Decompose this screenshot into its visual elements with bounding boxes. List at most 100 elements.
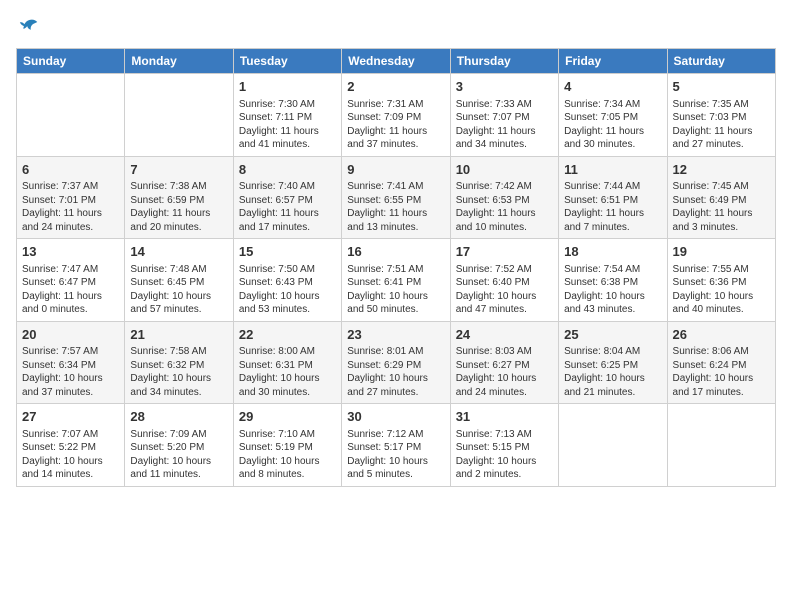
day-number: 24 [456,326,553,344]
day-number: 14 [130,243,227,261]
day-info: Sunrise: 7:41 AM Sunset: 6:55 PM Dayligh… [347,180,444,234]
day-number: 5 [673,78,770,96]
day-info: Sunrise: 7:58 AM Sunset: 6:32 PM Dayligh… [130,345,227,399]
calendar-cell: 20Sunrise: 7:57 AM Sunset: 6:34 PM Dayli… [17,321,125,404]
calendar-cell: 24Sunrise: 8:03 AM Sunset: 6:27 PM Dayli… [450,321,558,404]
calendar-cell: 29 Sunrise: 7:10 AM Sunset: 5:19 PM Dayli… [233,404,341,487]
day-number: 30 [347,408,444,426]
day-info: Sunrise: 7:10 AM Sunset: 5:19 PM Dayligh… [239,428,336,482]
column-header-tuesday: Tuesday [233,49,341,74]
day-number: 15 [239,243,336,261]
day-info: Sunrise: 7:34 AM Sunset: 7:05 PM Dayligh… [564,98,661,152]
calendar-body: 1 Sunrise: 7:30 AM Sunset: 7:11 PM Daylig… [17,74,776,487]
calendar-cell: 26Sunrise: 8:06 AM Sunset: 6:24 PM Dayli… [667,321,775,404]
calendar-cell [559,404,667,487]
day-number: 10 [456,161,553,179]
logo-bird-icon [18,16,40,38]
calendar-cell: 22Sunrise: 8:00 AM Sunset: 6:31 PM Dayli… [233,321,341,404]
day-info: Sunrise: 7:42 AM Sunset: 6:53 PM Dayligh… [456,180,553,234]
day-info: Sunrise: 8:04 AM Sunset: 6:25 PM Dayligh… [564,345,661,399]
day-number: 22 [239,326,336,344]
day-info: Sunrise: 8:06 AM Sunset: 6:24 PM Dayligh… [673,345,770,399]
day-info: Sunrise: 7:57 AM Sunset: 6:34 PM Dayligh… [22,345,119,399]
day-number: 19 [673,243,770,261]
day-info: Sunrise: 7:09 AM Sunset: 5:20 PM Dayligh… [130,428,227,482]
column-header-saturday: Saturday [667,49,775,74]
day-info: Sunrise: 7:50 AM Sunset: 6:43 PM Dayligh… [239,263,336,317]
day-number: 3 [456,78,553,96]
calendar-cell: 2Sunrise: 7:31 AM Sunset: 7:09 PM Daylig… [342,74,450,157]
page: SundayMondayTuesdayWednesdayThursdayFrid… [0,0,792,497]
calendar-cell: 25Sunrise: 8:04 AM Sunset: 6:25 PM Dayli… [559,321,667,404]
calendar-week-5: 27 Sunrise: 7:07 AM Sunset: 5:22 PM Dayli… [17,404,776,487]
day-info: Sunrise: 7:37 AM Sunset: 7:01 PM Dayligh… [22,180,119,234]
day-info: Sunrise: 7:07 AM Sunset: 5:22 PM Dayligh… [22,428,119,482]
day-info: Sunrise: 7:45 AM Sunset: 6:49 PM Dayligh… [673,180,770,234]
calendar-cell: 21Sunrise: 7:58 AM Sunset: 6:32 PM Dayli… [125,321,233,404]
calendar-cell: 28 Sunrise: 7:09 AM Sunset: 5:20 PM Dayli… [125,404,233,487]
column-header-monday: Monday [125,49,233,74]
calendar-cell: 30 Sunrise: 7:12 AM Sunset: 5:17 PM Dayli… [342,404,450,487]
calendar-cell: 9Sunrise: 7:41 AM Sunset: 6:55 PM Daylig… [342,156,450,239]
day-number: 28 [130,408,227,426]
day-info: Sunrise: 7:30 AM Sunset: 7:11 PM Dayligh… [239,98,336,152]
day-info: Sunrise: 7:48 AM Sunset: 6:45 PM Dayligh… [130,263,227,317]
calendar-cell: 18Sunrise: 7:54 AM Sunset: 6:38 PM Dayli… [559,239,667,322]
day-number: 31 [456,408,553,426]
day-info: Sunrise: 8:03 AM Sunset: 6:27 PM Dayligh… [456,345,553,399]
day-number: 26 [673,326,770,344]
logo [16,16,40,38]
calendar-cell: 19 Sunrise: 7:55 AM Sunset: 6:36 PM Dayli… [667,239,775,322]
day-number: 17 [456,243,553,261]
calendar-cell: 27 Sunrise: 7:07 AM Sunset: 5:22 PM Dayli… [17,404,125,487]
calendar-cell: 1 Sunrise: 7:30 AM Sunset: 7:11 PM Daylig… [233,74,341,157]
calendar-cell: 3 Sunrise: 7:33 AM Sunset: 7:07 PM Daylig… [450,74,558,157]
calendar-header: SundayMondayTuesdayWednesdayThursdayFrid… [17,49,776,74]
calendar-cell: 4 Sunrise: 7:34 AM Sunset: 7:05 PM Daylig… [559,74,667,157]
calendar-cell [667,404,775,487]
day-number: 1 [239,78,336,96]
calendar-week-3: 13Sunrise: 7:47 AM Sunset: 6:47 PM Dayli… [17,239,776,322]
day-info: Sunrise: 7:54 AM Sunset: 6:38 PM Dayligh… [564,263,661,317]
day-number: 4 [564,78,661,96]
day-info: Sunrise: 7:13 AM Sunset: 5:15 PM Dayligh… [456,428,553,482]
calendar-cell: 7Sunrise: 7:38 AM Sunset: 6:59 PM Daylig… [125,156,233,239]
calendar-cell: 15 Sunrise: 7:50 AM Sunset: 6:43 PM Dayli… [233,239,341,322]
calendar-cell: 23Sunrise: 8:01 AM Sunset: 6:29 PM Dayli… [342,321,450,404]
day-number: 27 [22,408,119,426]
calendar-week-1: 1 Sunrise: 7:30 AM Sunset: 7:11 PM Daylig… [17,74,776,157]
day-info: Sunrise: 7:12 AM Sunset: 5:17 PM Dayligh… [347,428,444,482]
calendar-cell: 5 Sunrise: 7:35 AM Sunset: 7:03 PM Daylig… [667,74,775,157]
calendar-cell: 13Sunrise: 7:47 AM Sunset: 6:47 PM Dayli… [17,239,125,322]
column-header-friday: Friday [559,49,667,74]
day-info: Sunrise: 7:52 AM Sunset: 6:40 PM Dayligh… [456,263,553,317]
day-number: 6 [22,161,119,179]
calendar-cell: 12Sunrise: 7:45 AM Sunset: 6:49 PM Dayli… [667,156,775,239]
day-number: 9 [347,161,444,179]
column-header-wednesday: Wednesday [342,49,450,74]
day-info: Sunrise: 7:33 AM Sunset: 7:07 PM Dayligh… [456,98,553,152]
calendar-cell: 16Sunrise: 7:51 AM Sunset: 6:41 PM Dayli… [342,239,450,322]
day-number: 23 [347,326,444,344]
calendar-week-4: 20Sunrise: 7:57 AM Sunset: 6:34 PM Dayli… [17,321,776,404]
calendar-cell: 11Sunrise: 7:44 AM Sunset: 6:51 PM Dayli… [559,156,667,239]
calendar-week-2: 6Sunrise: 7:37 AM Sunset: 7:01 PM Daylig… [17,156,776,239]
day-number: 20 [22,326,119,344]
calendar-cell: 10Sunrise: 7:42 AM Sunset: 6:53 PM Dayli… [450,156,558,239]
day-info: Sunrise: 7:55 AM Sunset: 6:36 PM Dayligh… [673,263,770,317]
calendar-cell [125,74,233,157]
header [16,16,776,38]
day-number: 21 [130,326,227,344]
day-info: Sunrise: 7:35 AM Sunset: 7:03 PM Dayligh… [673,98,770,152]
calendar-cell: 14 Sunrise: 7:48 AM Sunset: 6:45 PM Dayli… [125,239,233,322]
day-info: Sunrise: 7:44 AM Sunset: 6:51 PM Dayligh… [564,180,661,234]
day-info: Sunrise: 7:40 AM Sunset: 6:57 PM Dayligh… [239,180,336,234]
calendar-cell: 17 Sunrise: 7:52 AM Sunset: 6:40 PM Dayli… [450,239,558,322]
day-info: Sunrise: 8:01 AM Sunset: 6:29 PM Dayligh… [347,345,444,399]
column-header-thursday: Thursday [450,49,558,74]
day-info: Sunrise: 8:00 AM Sunset: 6:31 PM Dayligh… [239,345,336,399]
calendar-table: SundayMondayTuesdayWednesdayThursdayFrid… [16,48,776,487]
calendar-cell: 31 Sunrise: 7:13 AM Sunset: 5:15 PM Dayli… [450,404,558,487]
days-header-row: SundayMondayTuesdayWednesdayThursdayFrid… [17,49,776,74]
day-number: 29 [239,408,336,426]
